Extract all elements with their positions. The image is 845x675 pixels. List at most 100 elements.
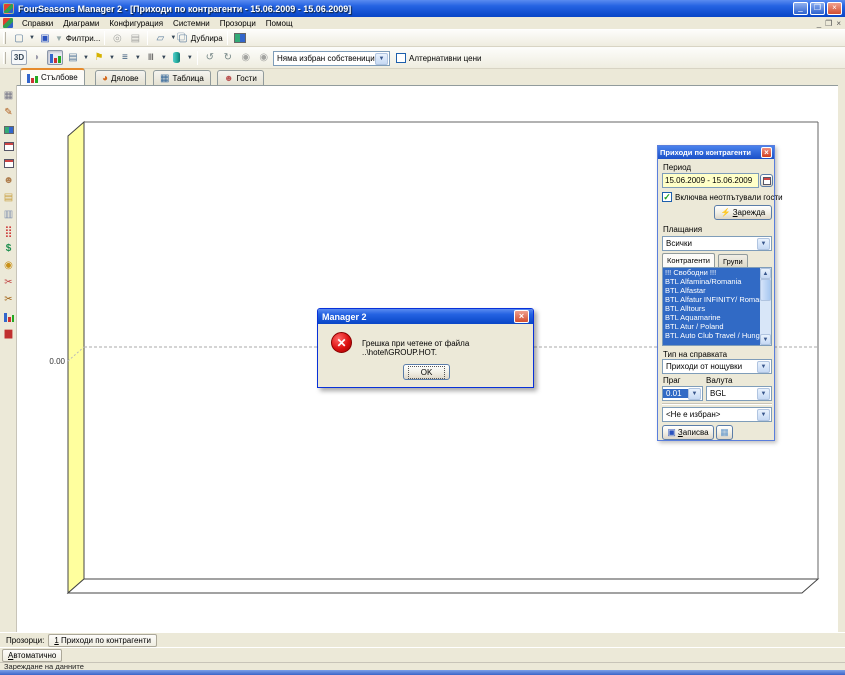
- calendar-next-icon[interactable]: [2, 157, 15, 170]
- menu-sistemni[interactable]: Системни: [168, 19, 215, 28]
- print-button[interactable]: ▤: [127, 31, 143, 46]
- menu-konfiguracia[interactable]: Конфигурация: [104, 19, 168, 28]
- dialog-titlebar[interactable]: Manager 2 ×: [318, 309, 533, 324]
- list-item[interactable]: BTL Atur / Poland: [663, 322, 760, 331]
- restore-button[interactable]: ❐: [810, 2, 825, 15]
- dialog-close-icon[interactable]: ×: [514, 310, 529, 323]
- calendar-icon[interactable]: [2, 140, 15, 153]
- scroll-thumb[interactable]: [760, 279, 771, 301]
- mdi-restore-icon[interactable]: ❐: [825, 19, 832, 28]
- legend-dropdown-icon[interactable]: ▼: [83, 55, 89, 61]
- chevron-down-icon[interactable]: ▼: [757, 388, 770, 400]
- rotate-right-button[interactable]: ↻: [220, 50, 236, 65]
- save-report-button[interactable]: ▣ Записва: [662, 425, 714, 440]
- rotate-left-button[interactable]: ↺: [202, 50, 218, 65]
- color-chart-button[interactable]: [232, 31, 248, 46]
- minimize-button[interactable]: _: [793, 2, 808, 15]
- mdi-close-icon[interactable]: ×: [836, 19, 841, 28]
- tab-gosti[interactable]: ☻ Гости: [217, 70, 264, 85]
- copy-button[interactable]: ▱: [152, 31, 168, 46]
- list-item[interactable]: BTL Alfamina/Romania: [663, 277, 760, 286]
- copy-dropdown-icon[interactable]: ▼: [170, 35, 176, 41]
- list-item-partial[interactable]: [663, 340, 760, 345]
- chart-report-icon[interactable]: [2, 310, 15, 323]
- list-item[interactable]: BTL Alfatur INFINITY/ Romani: [663, 295, 760, 304]
- bar-chart-mode-button[interactable]: [47, 50, 63, 65]
- list-item[interactable]: BTL Aquamarine: [663, 313, 760, 322]
- horizontal-grid-button[interactable]: ≡: [117, 50, 133, 65]
- cut-option-icon[interactable]: ✂: [2, 293, 15, 306]
- labels-dropdown-icon[interactable]: ▼: [109, 55, 115, 61]
- guests-list-icon[interactable]: ☻: [2, 174, 15, 187]
- labels-button[interactable]: ⚑: [91, 50, 107, 65]
- currency-combobox[interactable]: BGL ▼: [706, 386, 772, 401]
- menu-prozorci[interactable]: Прозорци: [215, 19, 261, 28]
- red-chart-icon[interactable]: ▆: [2, 327, 15, 340]
- tab-dyalove[interactable]: ◕ Дялове: [95, 70, 146, 85]
- dollar-icon[interactable]: $: [2, 242, 15, 255]
- company-combobox[interactable]: <Не е избран> ▼: [662, 407, 772, 422]
- owner-combobox[interactable]: Няма избран собственици ▼: [273, 51, 390, 66]
- close-button[interactable]: ×: [827, 2, 842, 15]
- horizontal-grid-dropdown-icon[interactable]: ▼: [135, 55, 141, 61]
- alt-prices-checkbox[interactable]: [396, 53, 406, 63]
- report-type-combobox[interactable]: Приходи от нощувки ▼: [662, 359, 772, 374]
- perspective-button[interactable]: ◉: [238, 50, 254, 65]
- tab-groups[interactable]: Групи: [718, 254, 748, 267]
- panel-close-icon[interactable]: ×: [761, 147, 772, 158]
- grid-view-button[interactable]: ▦: [716, 425, 733, 440]
- tab-stalbove[interactable]: Стълбове: [20, 68, 85, 85]
- list-item[interactable]: BTL Auto Club Travel / Hunga: [663, 331, 760, 340]
- toolbar-grip[interactable]: [3, 32, 6, 44]
- new-report-dropdown-icon[interactable]: ▼: [29, 35, 35, 41]
- hotel-icon[interactable]: ▥: [2, 208, 15, 221]
- menu-diagrami[interactable]: Диаграми: [58, 19, 104, 28]
- window-list-button[interactable]: 1 Приходи по контрагенти: [48, 634, 157, 647]
- toolbar-grip[interactable]: [3, 52, 6, 64]
- cylinder-dropdown-icon[interactable]: ▼: [187, 55, 193, 61]
- legend-button[interactable]: ▤: [65, 50, 81, 65]
- list-scrollbar[interactable]: ▲ ▼: [760, 268, 771, 345]
- tab-contragents[interactable]: Контрагенти: [662, 253, 715, 267]
- list-item[interactable]: !!! Свободни !!!: [663, 268, 760, 277]
- new-report-button[interactable]: ▢: [11, 31, 27, 46]
- include-guests-checkbox[interactable]: ✓: [662, 192, 672, 202]
- payments-combobox[interactable]: Всички ▼: [662, 236, 772, 251]
- chevron-down-icon[interactable]: ▼: [757, 361, 770, 373]
- save-button[interactable]: ▣: [37, 31, 53, 46]
- tab-tablica[interactable]: ▦ Таблица: [153, 70, 211, 85]
- calendar-picker-button[interactable]: [760, 174, 773, 187]
- cylinder-style-button[interactable]: [169, 50, 185, 65]
- load-button[interactable]: ⚡ Зарежда: [714, 205, 772, 220]
- shape-mode-button[interactable]: ◗: [29, 50, 45, 65]
- chevron-down-icon[interactable]: ▼: [375, 53, 388, 65]
- chevron-down-icon[interactable]: ▼: [757, 409, 770, 421]
- list-item[interactable]: BTL Alltours: [663, 304, 760, 313]
- occupancy-grid-icon[interactable]: ⣿: [2, 225, 15, 238]
- list-item[interactable]: BTL Alfastar: [663, 286, 760, 295]
- depth-button[interactable]: ◉: [256, 50, 272, 65]
- scroll-up-icon[interactable]: ▲: [760, 268, 771, 279]
- folder-icon[interactable]: ▤: [2, 191, 15, 204]
- rooms-grid-icon[interactable]: ▦: [2, 89, 15, 102]
- coins-icon[interactable]: ◉: [2, 259, 15, 272]
- vertical-grid-button[interactable]: Ⅲ: [143, 50, 159, 65]
- menu-pomosht[interactable]: Помощ: [261, 19, 298, 28]
- cut-reservation-icon[interactable]: ✂: [2, 276, 15, 289]
- automatic-button[interactable]: Автоматично: [2, 649, 62, 662]
- menu-spravki[interactable]: Справки: [17, 19, 58, 28]
- period-input[interactable]: 15.06.2009 - 15.06.2009: [662, 173, 759, 188]
- panel-titlebar[interactable]: Приходи по контрагенти ×: [658, 146, 774, 159]
- ok-button[interactable]: OK: [403, 364, 450, 380]
- scroll-down-icon[interactable]: ▼: [760, 334, 771, 345]
- report-edit-icon[interactable]: ✎: [2, 106, 15, 119]
- duplicate-button[interactable]: ▢ Дублира: [178, 31, 222, 46]
- chevron-down-icon[interactable]: ▼: [757, 238, 770, 250]
- print-preview-button[interactable]: ◎: [109, 31, 125, 46]
- threed-toggle-button[interactable]: 3D: [11, 50, 27, 65]
- chevron-down-icon[interactable]: ▼: [688, 388, 701, 400]
- threshold-combobox[interactable]: 0.01 ▼: [662, 386, 703, 401]
- chart-flag-icon[interactable]: [2, 123, 15, 136]
- filter-button[interactable]: ▼ Филтри...: [55, 31, 100, 46]
- vertical-grid-dropdown-icon[interactable]: ▼: [161, 55, 167, 61]
